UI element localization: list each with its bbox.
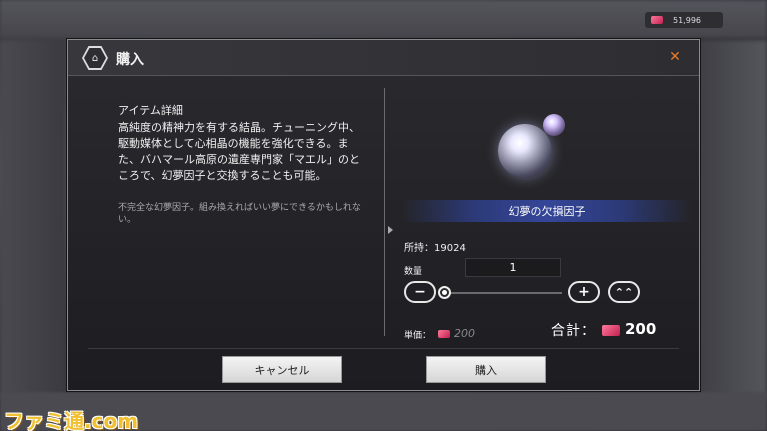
purchase-dialog: ⌂ 購入 ✕ アイテム詳細 高純度の精神力を有する結晶。チューニング中、駆動媒体… [67, 39, 700, 391]
shop-icon: ⌂ [82, 46, 108, 70]
minus-icon: − [414, 284, 426, 300]
quantity-value: 1 [509, 261, 517, 274]
owned-count: 所持：19024 [404, 239, 466, 254]
item-flavor-text: 不完全な幻夢因子。組み換えればいい夢にできるかもしれない。 [118, 203, 361, 225]
orb-image [498, 124, 552, 178]
gem-icon [438, 330, 450, 338]
watermark-logo: ファミ通.com [4, 409, 139, 431]
currency-amount: 51,996 [673, 15, 701, 25]
total-value: 200 [625, 320, 657, 338]
dialog-header: ⌂ 購入 ✕ [68, 40, 699, 76]
decrease-button[interactable]: − [404, 281, 436, 303]
close-icon[interactable]: ✕ [667, 49, 683, 65]
gem-icon [651, 16, 663, 24]
quantity-label: 数量 [404, 267, 423, 277]
double-chevron-up-icon: ⌃⌃ [614, 285, 634, 299]
plus-icon: + [578, 284, 590, 300]
max-quantity-button[interactable]: ⌃⌃ [608, 281, 640, 303]
item-name-banner: 幻夢の欠損因子 [402, 200, 692, 222]
details-heading: アイテム詳細 [118, 104, 183, 117]
owned-label: 所持： [404, 243, 434, 254]
quantity-slider-track[interactable] [444, 292, 562, 294]
panel-divider [384, 88, 385, 336]
total-label: 合計： [551, 323, 596, 339]
footer-divider [88, 348, 679, 349]
owned-value: 19024 [434, 243, 466, 254]
item-name: 幻夢の欠損因子 [508, 205, 586, 218]
quantity-field[interactable]: 1 [465, 258, 561, 277]
increase-button[interactable]: + [568, 281, 600, 303]
background-left-panel [0, 40, 66, 400]
orb-small-image [543, 114, 565, 136]
unit-price-label: 単価： [404, 331, 432, 341]
background-right-panel [697, 40, 767, 400]
cancel-button[interactable]: キャンセル [222, 356, 342, 383]
quantity-slider-handle[interactable] [438, 286, 451, 299]
unit-price-value: 200 [454, 327, 475, 340]
currency-display: 51,996 [645, 12, 723, 28]
buy-button[interactable]: 購入 [426, 356, 546, 383]
item-description: 高純度の精神力を有する結晶。チューニング中、駆動媒体として心相晶の機能を強化でき… [118, 121, 360, 182]
arrow-right-icon [388, 226, 393, 234]
buy-label: 購入 [475, 363, 497, 377]
item-details-panel: アイテム詳細 高純度の精神力を有する結晶。チューニング中、駆動媒体として心相晶の… [68, 76, 384, 350]
gem-icon [602, 325, 620, 336]
cancel-label: キャンセル [254, 363, 310, 377]
dialog-title: 購入 [116, 52, 144, 68]
